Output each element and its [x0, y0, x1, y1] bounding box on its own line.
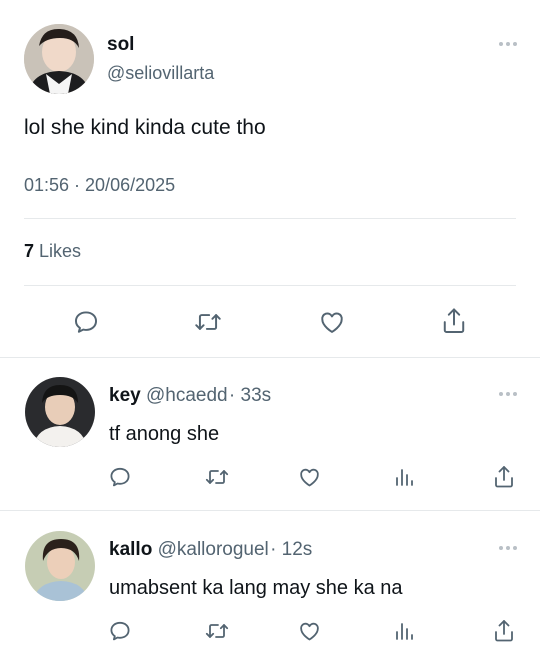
reply-header: kallo @kalloroguel · 12s — [109, 539, 312, 561]
reply-icon[interactable] — [108, 619, 132, 643]
likes-count: 7 — [24, 241, 35, 261]
more-icon[interactable] — [499, 392, 517, 396]
avatar-main[interactable] — [24, 24, 94, 94]
likes-label: Likes — [39, 241, 82, 261]
share-icon[interactable] — [492, 464, 516, 490]
reply-text: umabsent ka lang may she ka na — [109, 577, 403, 599]
likes-stat[interactable]: 7 Likes — [24, 241, 81, 262]
retweet-icon[interactable] — [204, 465, 230, 489]
more-icon[interactable] — [499, 42, 517, 46]
reply-icon[interactable] — [108, 465, 132, 489]
divider — [0, 357, 540, 358]
share-icon[interactable] — [492, 618, 516, 644]
like-icon[interactable] — [297, 619, 322, 643]
divider — [24, 218, 516, 219]
like-icon[interactable] — [317, 308, 347, 336]
views-icon[interactable] — [392, 619, 416, 643]
tweet-timestamp[interactable]: 01:56 · 20/06/2025 — [24, 175, 175, 196]
retweet-icon[interactable] — [204, 619, 230, 643]
tweet-text: lol she kind kinda cute tho — [24, 116, 266, 139]
avatar-reply[interactable] — [25, 531, 95, 601]
reply-header: key @hcaedd · 33s — [109, 385, 271, 407]
share-icon[interactable] — [440, 306, 468, 336]
reply-display-name[interactable]: kallo — [109, 539, 152, 560]
reply-time[interactable]: · 12s — [270, 539, 312, 560]
views-icon[interactable] — [392, 465, 416, 489]
reply-icon[interactable] — [72, 308, 100, 336]
divider — [24, 285, 516, 286]
divider — [0, 510, 540, 511]
more-icon[interactable] — [499, 546, 517, 550]
like-icon[interactable] — [297, 465, 322, 489]
author-handle[interactable]: @seliovillarta — [107, 63, 214, 84]
reply-text: tf anong she — [109, 423, 220, 445]
reply-time[interactable]: · 33s — [229, 385, 271, 406]
avatar-reply[interactable] — [25, 377, 95, 447]
reply-handle[interactable]: @kalloroguel — [158, 539, 269, 560]
reply-handle[interactable]: @hcaedd — [146, 385, 228, 406]
reply-display-name[interactable]: key — [109, 385, 141, 406]
retweet-icon[interactable] — [193, 308, 223, 336]
author-display-name[interactable]: sol — [107, 34, 134, 56]
